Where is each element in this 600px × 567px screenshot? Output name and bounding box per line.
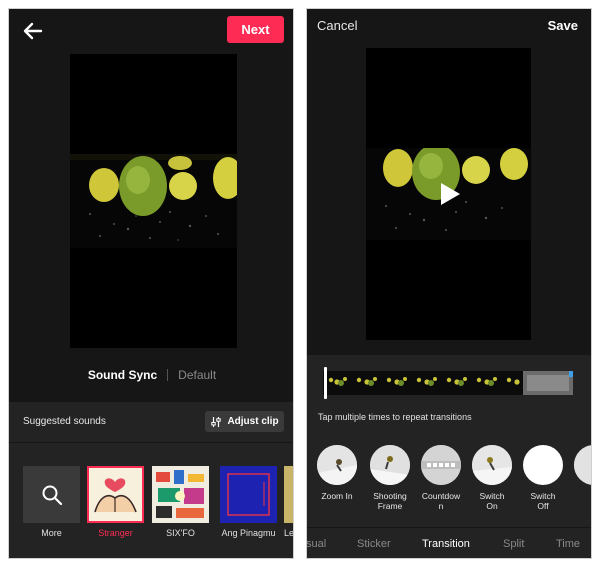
default-option[interactable]: Default [178,368,216,382]
start-text-thumbnail [421,445,461,485]
lemons-video-frame [70,154,237,248]
switch-off-thumb [523,445,563,485]
right-phone-screen: Cancel Save Tap multiple times to repeat… [306,8,592,559]
snow-skier-thumbnail [574,445,591,485]
sound-tile-label: SIX'FO [166,528,195,538]
transition-partial[interactable]: S [566,445,591,501]
sound-tile-more[interactable]: More [23,466,80,538]
collage-artwork [152,466,209,523]
sync-divider [167,369,169,381]
sheet-divider [9,442,293,443]
tab-transition[interactable]: Transition [422,538,470,550]
transition-label: Zoom In [321,491,353,501]
hearts-hands-artwork [94,478,137,513]
partial-thumb [574,445,591,485]
video-preview [366,48,531,340]
left-phone-screen: Next Sound Sync Default Suggested sounds [8,8,294,559]
play-icon[interactable] [438,181,462,207]
transition-zoom-in[interactable]: Zoom In [309,445,365,501]
adjust-clip-label: Adjust clip [227,416,279,427]
tab-sticker[interactable]: Sticker [357,538,391,550]
transition-countdown[interactable]: Countdown [413,445,469,511]
transition-shooting-frame[interactable]: Shooting Frame [362,445,418,511]
edit-tab-bar: sual Sticker Transition Split Time [307,527,591,558]
sixfo-cover [152,466,209,523]
transition-label: S [566,491,591,501]
transition-label: Shooting Frame [373,491,407,511]
search-icon [42,485,62,505]
shooting-frame-thumb [370,445,410,485]
back-arrow-icon[interactable] [21,19,45,43]
sound-tile-label: More [41,528,62,538]
ang-pinagmu-cover [220,466,277,523]
sound-tile-label: Ang Pinagmu [221,528,276,538]
more-thumb [23,466,80,523]
switch-on-thumb [472,445,512,485]
blue-square-artwork [220,466,277,523]
tab-time[interactable]: Time [556,538,580,550]
suggested-sounds-label: Suggested sounds [23,416,106,427]
transition-label: Countdown [421,491,461,511]
sound-sync-option[interactable]: Sound Sync [88,368,157,382]
tab-visual[interactable]: sual [307,538,326,550]
sound-tile-label: Stranger [98,528,133,538]
transition-switch-on[interactable]: Switch On [464,445,520,511]
sound-tile-sixfo[interactable]: SIX'FO [152,466,209,538]
video-preview [70,54,237,348]
adjust-clip-button[interactable]: Adjust clip [205,411,284,432]
transition-hint: Tap multiple times to repeat transitions [318,412,472,422]
transition-label: Switch Off [530,491,556,511]
le-cover [284,466,293,523]
cancel-button[interactable]: Cancel [317,18,357,33]
transition-label: Switch On [479,491,505,511]
snow-skier-thumbnail [370,445,410,485]
snow-skier-thumbnail [472,445,512,485]
sound-tile-le[interactable]: Le [284,466,294,538]
sliders-icon [211,416,222,427]
sound-tile-label: Le [284,528,294,538]
timeline-playhead[interactable] [324,367,327,399]
clip-timeline[interactable] [323,371,573,395]
snow-skier-thumbnail [317,445,357,485]
sound-sync-toggle: Sound Sync Default [9,366,293,384]
sound-tile-stranger[interactable]: Stranger [87,466,144,538]
countdown-thumb [421,445,461,485]
edit-bottom-sheet: Tap multiple times to repeat transitions… [307,355,591,558]
stranger-cover [87,466,144,523]
suggested-sounds-sheet: Suggested sounds Adjust clip More Strang… [9,402,294,558]
tab-split[interactable]: Split [503,538,524,550]
sound-tile-ang-pinagmu[interactable]: Ang Pinagmu [220,466,277,538]
timeline-thumbnails [323,371,573,395]
save-button[interactable]: Save [548,18,578,33]
transition-switch-off[interactable]: Switch Off [515,445,571,511]
next-button[interactable]: Next [227,16,284,43]
zoom-in-thumb [317,445,357,485]
